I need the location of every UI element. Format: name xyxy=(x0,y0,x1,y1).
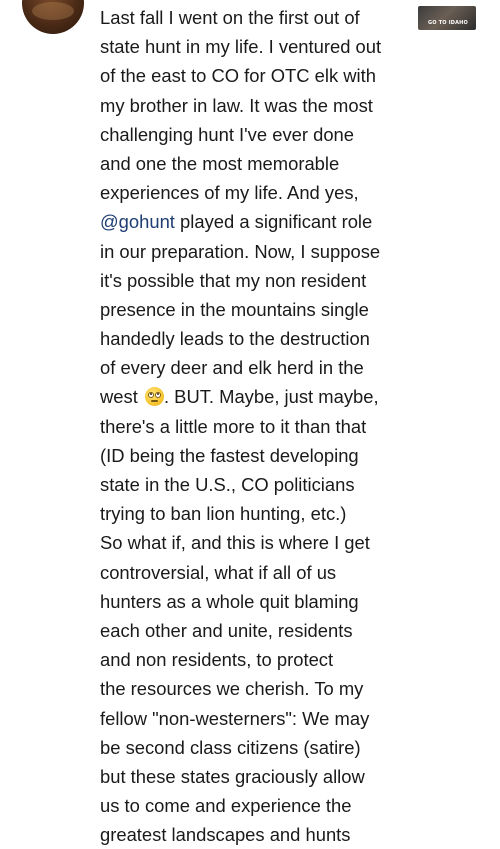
caption-line: experiences of my life. And yes, xyxy=(100,182,359,204)
post-media-thumbnail[interactable]: GO TO IDAHO xyxy=(418,6,476,30)
caption-line: handedly leads to the destruction xyxy=(100,328,370,350)
caption-line-with-emoji: west . BUT. Maybe, just maybe, xyxy=(100,382,400,411)
caption-line: trying to ban lion hunting, etc.) xyxy=(100,503,347,525)
mention-link-gohunt[interactable]: @gohunt xyxy=(100,211,175,232)
caption-line: presence in the mountains single xyxy=(100,298,369,320)
caption-line: my brother in law. It was the most xyxy=(100,94,373,116)
post-author-avatar[interactable] xyxy=(22,0,84,34)
caption-line: state hunt in my life. I ventured out xyxy=(100,36,382,58)
caption-line: in our preparation. Now, I suppose xyxy=(100,240,381,262)
caption-line-text: played a significant role xyxy=(180,211,373,233)
thumbnail-label: GO TO IDAHO xyxy=(428,20,469,26)
caption-line: us to come and experience the xyxy=(100,795,352,817)
caption-line: fellow "non-westerners": We may xyxy=(100,707,370,729)
caption-line: be second class citizens (satire) xyxy=(100,736,361,758)
caption-line: state in the U.S., CO politicians xyxy=(100,474,355,495)
caption-line-text: west xyxy=(100,386,138,408)
caption-line: challenging hunt I've ever done xyxy=(100,123,355,145)
caption-line: (ID being the fastest developing xyxy=(100,444,359,466)
caption-line: and one the most memorable xyxy=(100,152,340,174)
caption-line: hunters as a whole quit blaming xyxy=(100,590,359,612)
face-with-rolling-eyes-emoji xyxy=(144,387,164,407)
caption-line: it's possible that my non resident xyxy=(100,269,367,291)
caption-line: greatest landscapes and hunts xyxy=(100,824,351,846)
caption-line: the resources we cherish. To my xyxy=(100,678,364,700)
caption-line: of the east to CO for OTC elk with xyxy=(100,65,376,87)
caption-line: So what if, and this is where I get xyxy=(100,532,370,554)
caption-line-text: . BUT. Maybe, just maybe, xyxy=(163,386,379,408)
caption-line-with-mention: @gohunt played a significant role xyxy=(100,207,400,236)
post-caption: Last fall I went on the first out of sta… xyxy=(100,3,400,849)
caption-line: there's a little more to it than that xyxy=(100,415,367,437)
caption-line: Last fall I went on the first out of xyxy=(100,7,360,28)
caption-line: but these states graciously allow xyxy=(100,765,365,787)
caption-line: and non residents, to protect xyxy=(100,649,334,671)
caption-line: controversial, what if all of us xyxy=(100,561,337,583)
caption-line: of every deer and elk herd in the xyxy=(100,357,364,379)
caption-line: each other and unite, residents xyxy=(100,619,353,641)
